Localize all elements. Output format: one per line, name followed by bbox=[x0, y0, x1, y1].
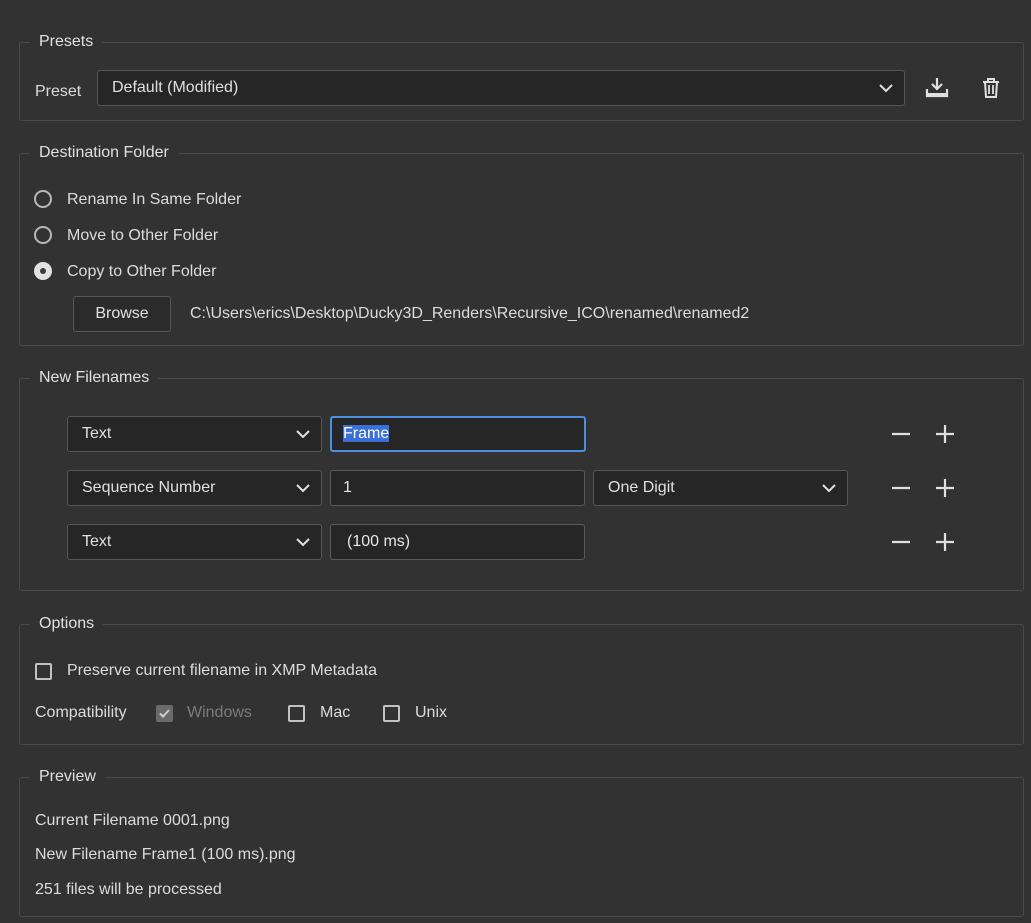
chevron-down-icon bbox=[296, 430, 310, 439]
filename-text-input[interactable]: (100 ms) bbox=[330, 524, 585, 560]
options-legend: Options bbox=[30, 613, 104, 635]
filename-type-value: Text bbox=[82, 425, 112, 442]
radio-label: Move to Other Folder bbox=[67, 227, 219, 244]
presets-legend: Presets bbox=[30, 31, 103, 53]
files-count-text: 251 files will be processed bbox=[35, 881, 222, 898]
digits-dropdown[interactable]: One Digit bbox=[593, 470, 848, 506]
filename-type-value: Sequence Number bbox=[82, 479, 216, 496]
compatibility-label: Compatibility bbox=[35, 704, 127, 721]
filename-text-input[interactable]: Frame bbox=[330, 416, 586, 452]
filename-type-value: Text bbox=[82, 533, 112, 550]
browse-button[interactable]: Browse bbox=[73, 296, 171, 332]
chevron-down-icon bbox=[296, 538, 310, 547]
presets-group: Presets Preset Default (Modified) bbox=[19, 31, 1024, 121]
chevron-down-icon bbox=[296, 484, 310, 493]
checkbox-label: Windows bbox=[187, 704, 252, 721]
trash-icon[interactable] bbox=[978, 75, 1004, 101]
radio-label: Rename In Same Folder bbox=[67, 191, 242, 208]
filename-type-dropdown[interactable]: Text bbox=[67, 416, 322, 452]
checkbox-label: Mac bbox=[320, 704, 351, 721]
checkbox-label: Preserve current filename in XMP Metadat… bbox=[67, 662, 378, 679]
checkmark-icon bbox=[159, 709, 170, 718]
plus-icon[interactable] bbox=[932, 475, 958, 501]
preview-legend: Preview bbox=[30, 766, 105, 788]
selected-text: Frame bbox=[343, 425, 390, 442]
digits-value: One Digit bbox=[608, 479, 675, 496]
chevron-down-icon bbox=[879, 84, 893, 93]
destination-path: C:\Users\erics\Desktop\Ducky3D_Renders\R… bbox=[190, 305, 750, 322]
checkbox bbox=[156, 705, 173, 722]
sequence-start-input[interactable]: 1 bbox=[330, 470, 585, 506]
filename-type-dropdown[interactable]: Sequence Number bbox=[67, 470, 322, 506]
minus-icon[interactable] bbox=[888, 421, 914, 447]
checkbox[interactable] bbox=[288, 705, 305, 722]
radio-button[interactable] bbox=[34, 226, 52, 244]
new-filenames-legend: New Filenames bbox=[30, 367, 159, 389]
plus-icon[interactable] bbox=[932, 421, 958, 447]
checkbox[interactable] bbox=[383, 705, 400, 722]
chevron-down-icon bbox=[822, 484, 836, 493]
options-group: Options Preserve current filename in XMP… bbox=[19, 613, 1024, 745]
filename-type-dropdown[interactable]: Text bbox=[67, 524, 322, 560]
save-preset-icon[interactable] bbox=[924, 75, 950, 101]
minus-icon[interactable] bbox=[888, 529, 914, 555]
checkbox-label: Unix bbox=[415, 704, 448, 721]
radio-button[interactable] bbox=[34, 190, 52, 208]
checkbox[interactable] bbox=[35, 663, 52, 680]
minus-icon[interactable] bbox=[888, 475, 914, 501]
preset-dropdown[interactable]: Default (Modified) bbox=[97, 70, 905, 106]
radio-button[interactable] bbox=[34, 262, 52, 280]
new-filename-text: New Filename Frame1 (100 ms).png bbox=[35, 846, 296, 863]
preset-label: Preset bbox=[35, 83, 82, 100]
preview-group: Preview Current Filename 0001.png New Fi… bbox=[19, 766, 1024, 917]
destination-legend: Destination Folder bbox=[30, 142, 178, 164]
destination-group: Destination Folder Rename In Same Folder… bbox=[19, 142, 1024, 346]
plus-icon[interactable] bbox=[932, 529, 958, 555]
preset-dropdown-value: Default (Modified) bbox=[112, 79, 239, 96]
radio-label: Copy to Other Folder bbox=[67, 263, 217, 280]
new-filenames-group: New Filenames Text Frame Sequence Number… bbox=[19, 367, 1024, 591]
current-filename-text: Current Filename 0001.png bbox=[35, 812, 230, 829]
